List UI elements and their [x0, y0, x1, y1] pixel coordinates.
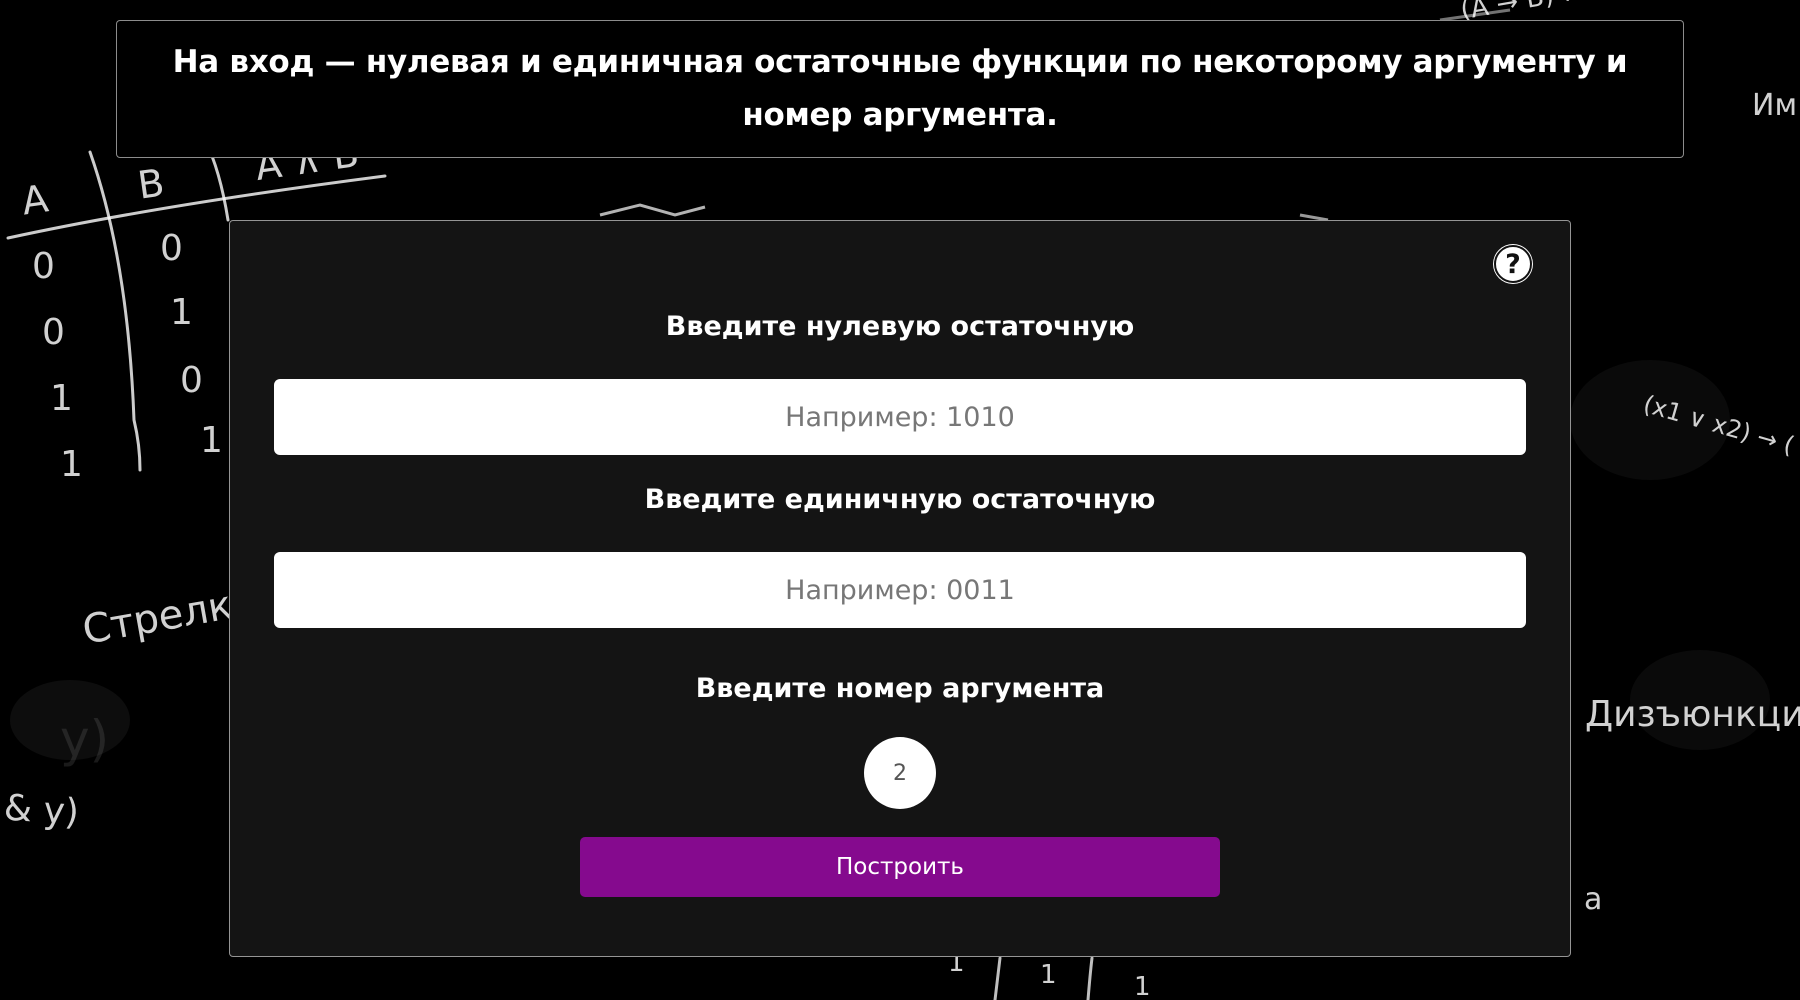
bg-table-b-1: 1 — [170, 292, 193, 333]
bg-table-a-3: 1 — [60, 444, 83, 485]
argument-number-input[interactable] — [864, 737, 936, 809]
argument-number-label: Введите номер аргумента — [695, 673, 1105, 704]
one-residual-input[interactable] — [274, 552, 1526, 628]
task-description: На вход — нулевая и единичная остаточные… — [172, 44, 1628, 133]
question-icon: ? — [1505, 248, 1521, 280]
bg-table-b-3: 1 — [200, 420, 223, 461]
task-description-box: На вход — нулевая и единичная остаточные… — [116, 20, 1684, 158]
build-button[interactable]: Построить — [580, 837, 1220, 897]
bg-table-a-1: 0 — [42, 312, 65, 353]
bg-table-a-2: 1 — [50, 378, 73, 419]
zero-residual-label: Введите нулевую остаточную — [665, 311, 1135, 342]
bg-table-a-0: 0 — [32, 246, 55, 287]
bg-bottom-value-2: 1 — [1134, 972, 1151, 1000]
bg-bottom-value-1: 1 — [1040, 960, 1057, 990]
bg-word-a: a — [1584, 882, 1603, 917]
bg-word-and-y: & y) — [2, 787, 81, 834]
help-button[interactable]: ? — [1494, 245, 1532, 283]
bg-word-y-faint: y) — [60, 710, 110, 768]
bg-table-b-0: 0 — [160, 228, 183, 269]
residual-functions-dialog: ? Введите нулевую остаточную Введите еди… — [229, 220, 1571, 957]
zero-residual-input[interactable] — [274, 379, 1526, 455]
bg-word-disjunction: Дизъюнкция — [1585, 694, 1800, 735]
bg-table-b-2: 0 — [180, 360, 203, 401]
one-residual-label: Введите единичную остаточную — [644, 484, 1156, 515]
bg-word-impl: Им — [1752, 88, 1798, 123]
